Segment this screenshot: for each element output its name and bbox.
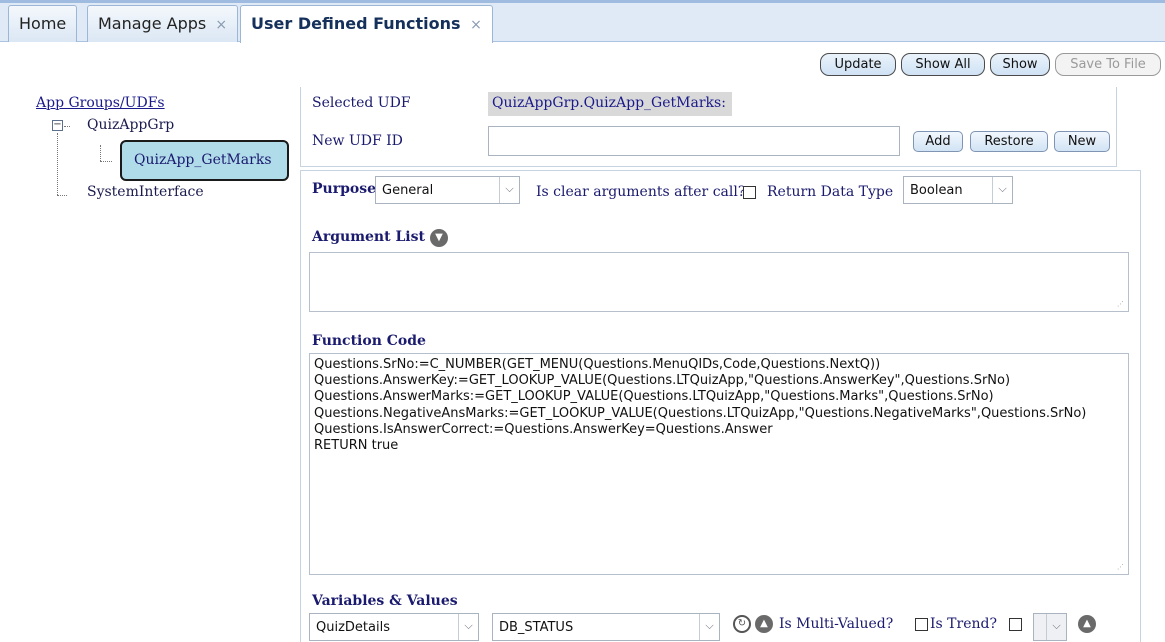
function-code-text[interactable]: Questions.SrNo:=C_NUMBER(GET_MENU(Questi…: [314, 357, 1129, 454]
multi-valued-label: Is Multi-Valued?: [779, 616, 894, 632]
show-all-button[interactable]: Show All: [901, 53, 985, 76]
chevron-down-icon: ⌵: [499, 177, 519, 203]
save-to-file-button[interactable]: Save To File: [1055, 53, 1161, 76]
function-code-label: Function Code: [312, 333, 426, 349]
return-data-type-select[interactable]: Boolean ⌵: [903, 176, 1013, 204]
tab-manage-apps-label: Manage Apps: [98, 14, 207, 33]
tree-node-systeminterface[interactable]: SystemInterface: [87, 184, 204, 200]
variable-value: DB_STATUS: [499, 620, 574, 635]
is-trend-checkbox[interactable]: [1009, 618, 1022, 631]
purpose-label: Purpose: [312, 181, 376, 197]
tab-user-defined-functions-label: User Defined Functions: [251, 14, 461, 33]
selected-udf-value: QuizAppGrp.QuizApp_GetMarks:: [488, 92, 732, 116]
tree-connector: [57, 195, 67, 196]
return-data-type-label: Return Data Type: [767, 184, 894, 200]
tree-node-quizappgrp[interactable]: QuizAppGrp: [87, 117, 174, 133]
variable-group-value: QuizDetails: [316, 620, 390, 635]
close-icon[interactable]: ×: [215, 17, 227, 33]
argument-list-label: Argument List: [312, 229, 425, 245]
top-rule: [0, 0, 1165, 3]
tab-home-label: Home: [19, 14, 67, 33]
tab-manage-apps[interactable]: Manage Apps ×: [87, 5, 239, 42]
tree-connector: [100, 145, 101, 161]
clear-args-checkbox[interactable]: [743, 186, 756, 199]
tree-connector: [100, 161, 112, 162]
update-button[interactable]: Update: [820, 53, 896, 76]
clear-args-label: Is clear arguments after call?: [536, 184, 746, 200]
resize-grip-icon[interactable]: ⋰: [1117, 300, 1125, 308]
variables-values-label: Variables & Values: [312, 593, 458, 609]
trend-select[interactable]: ⌵: [1033, 613, 1067, 641]
purpose-select[interactable]: General ⌵: [375, 176, 520, 204]
tree-root-app-groups[interactable]: App Groups/UDFs: [36, 95, 165, 111]
variable-group-select[interactable]: QuizDetails ⌵: [309, 613, 479, 641]
return-data-type-value: Boolean: [910, 183, 963, 198]
show-button[interactable]: Show: [990, 53, 1050, 76]
chevron-down-circle-icon[interactable]: ▼: [430, 229, 448, 247]
selected-udf-label: Selected UDF: [312, 95, 411, 111]
new-button[interactable]: New: [1054, 131, 1110, 152]
variable-select[interactable]: DB_STATUS ⌵: [492, 613, 720, 641]
tree-connector: [64, 126, 70, 127]
close-icon[interactable]: ×: [470, 17, 482, 33]
add-button[interactable]: Add: [913, 131, 963, 152]
purpose-value: General: [382, 183, 434, 198]
chevron-up-circle-icon[interactable]: ▲: [755, 615, 773, 633]
collapse-icon[interactable]: −: [52, 120, 63, 131]
chevron-up-circle-icon[interactable]: ▲: [1078, 615, 1096, 633]
new-udf-id-label: New UDF ID: [312, 133, 403, 149]
chevron-down-icon: ⌵: [699, 614, 719, 640]
multi-valued-checkbox[interactable]: [915, 618, 928, 631]
chevron-down-icon: ⌵: [458, 614, 478, 640]
tab-user-defined-functions[interactable]: User Defined Functions ×: [240, 5, 493, 43]
tree-connector: [57, 133, 58, 195]
restore-button[interactable]: Restore: [970, 131, 1048, 152]
is-trend-label: Is Trend?: [930, 616, 997, 632]
tab-home[interactable]: Home: [8, 5, 78, 42]
refresh-icon[interactable]: ↻: [733, 615, 751, 633]
tab-bar: Home Manage Apps × User Defined Function…: [0, 0, 1165, 43]
argument-list-textarea[interactable]: ⋰: [309, 252, 1129, 312]
tree-node-quizapp-getmarks[interactable]: QuizApp_GetMarks: [120, 140, 289, 181]
chevron-down-icon: ⌵: [1046, 614, 1066, 640]
resize-grip-icon[interactable]: ⋰: [1117, 563, 1125, 571]
chevron-down-icon: ⌵: [992, 177, 1012, 203]
new-udf-id-input[interactable]: [488, 126, 900, 156]
